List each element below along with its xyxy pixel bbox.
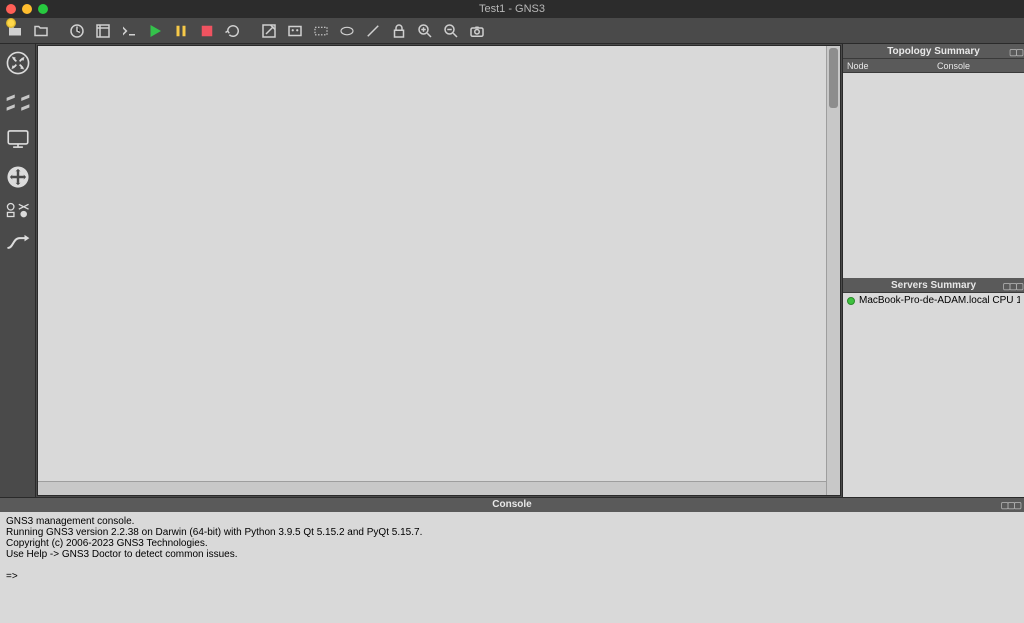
console-panel: Console ▢▢▢ GNS3 management console. Run… (0, 497, 1024, 623)
center-column (36, 44, 842, 497)
console-line: Running GNS3 version 2.2.38 on Darwin (6… (6, 527, 422, 538)
panel-dock-icon[interactable]: ▢▢▢ (1002, 279, 1022, 294)
all-devices-button[interactable] (3, 200, 33, 220)
console-line: Copyright (c) 2006-2023 GNS3 Technologie… (6, 538, 208, 549)
zoom-in-button[interactable] (414, 20, 436, 42)
reload-all-button[interactable] (222, 20, 244, 42)
zoom-out-button[interactable] (440, 20, 462, 42)
console-header[interactable]: Console ▢▢▢ (0, 498, 1024, 512)
stop-all-button[interactable] (196, 20, 218, 42)
routers-button[interactable] (3, 48, 33, 78)
topology-summary-header[interactable]: Topology Summary ▢▢ (843, 44, 1024, 59)
canvas-vertical-scrollbar[interactable] (826, 46, 840, 495)
unsaved-badge-icon (6, 18, 16, 28)
pause-all-button[interactable] (170, 20, 192, 42)
window-controls (6, 4, 48, 14)
add-link-button[interactable] (3, 228, 33, 258)
server-label: MacBook-Pro-de-ADAM.local CPU 13.6... (859, 295, 1020, 306)
lock-items-button[interactable] (388, 20, 410, 42)
console-all-button[interactable] (118, 20, 140, 42)
console-output[interactable]: GNS3 management console. Running GNS3 ve… (0, 512, 1024, 623)
close-window-icon[interactable] (6, 4, 16, 14)
console-line: GNS3 management console. (6, 516, 134, 527)
right-panel: Topology Summary ▢▢ Node Console Servers… (842, 44, 1024, 497)
start-all-button[interactable] (144, 20, 166, 42)
switches-button[interactable] (3, 86, 33, 116)
servers-list[interactable]: MacBook-Pro-de-ADAM.local CPU 13.6... (843, 293, 1024, 497)
topology-list[interactable] (843, 73, 1024, 278)
server-row[interactable]: MacBook-Pro-de-ADAM.local CPU 13.6... (847, 295, 1020, 306)
panel-dock-icon[interactable]: ▢▢ (1009, 45, 1022, 60)
minimize-window-icon[interactable] (22, 4, 32, 14)
servers-section: Servers Summary ▢▢▢ MacBook-Pro-de-ADAM.… (843, 278, 1024, 497)
titlebar: Test1 - GNS3 (0, 0, 1024, 18)
add-note-button[interactable] (258, 20, 280, 42)
topology-summary-body: Node Console (843, 59, 1024, 278)
main-toolbar (0, 18, 1024, 44)
topology-columns: Node Console (843, 59, 1024, 73)
column-node[interactable]: Node (843, 59, 883, 72)
main-area: Topology Summary ▢▢ Node Console Servers… (0, 44, 1024, 497)
open-project-alt-button[interactable] (30, 20, 52, 42)
servers-summary-header[interactable]: Servers Summary ▢▢▢ (843, 278, 1024, 293)
scrollbar-thumb[interactable] (829, 48, 838, 108)
status-dot-icon (847, 297, 855, 305)
canvas-horizontal-scrollbar[interactable] (38, 481, 826, 495)
draw-ellipse-button[interactable] (336, 20, 358, 42)
window-title: Test1 - GNS3 (479, 3, 545, 15)
insert-image-button[interactable] (284, 20, 306, 42)
maximize-window-icon[interactable] (38, 4, 48, 14)
topology-canvas[interactable] (37, 45, 841, 496)
snapshot-button[interactable] (66, 20, 88, 42)
screenshot-button[interactable] (466, 20, 488, 42)
show-hide-interfaces-button[interactable] (92, 20, 114, 42)
canvas-wrap (36, 44, 842, 497)
draw-rectangle-button[interactable] (310, 20, 332, 42)
servers-summary-title: Servers Summary (891, 280, 976, 291)
security-devices-button[interactable] (3, 162, 33, 192)
panel-dock-icon[interactable]: ▢▢▢ (1000, 498, 1020, 512)
console-line: Use Help -> GNS3 Doctor to detect common… (6, 549, 237, 560)
topology-summary-title: Topology Summary (887, 46, 980, 57)
console-title: Console (492, 499, 531, 510)
end-devices-button[interactable] (3, 124, 33, 154)
column-console[interactable]: Console (883, 59, 1024, 72)
device-toolbar (0, 44, 36, 497)
console-prompt: => (6, 571, 18, 582)
draw-line-button[interactable] (362, 20, 384, 42)
